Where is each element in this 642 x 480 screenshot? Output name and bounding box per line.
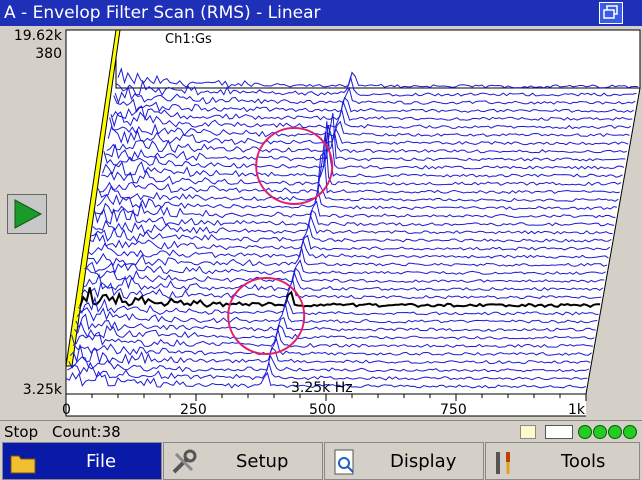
status-led-icon bbox=[623, 425, 637, 439]
waterfall-chart bbox=[65, 29, 642, 420]
y-axis-secondary-label: 380 bbox=[35, 46, 62, 62]
menu-bar: File Setup Display Tools bbox=[0, 442, 642, 480]
display-label: Display bbox=[390, 451, 457, 472]
restore-window-button[interactable] bbox=[599, 2, 623, 24]
status-led-icon bbox=[593, 425, 607, 439]
folder-icon bbox=[10, 455, 36, 474]
waterfall-plot[interactable]: 19.62k 380 3.25k Ch1:Gs 3.25k Hz 0 250 5… bbox=[0, 26, 642, 420]
play-icon bbox=[14, 199, 43, 229]
status-led-icon bbox=[608, 425, 622, 439]
tools-button[interactable]: Tools bbox=[485, 442, 640, 480]
x-tick-label: 750 bbox=[440, 402, 467, 418]
frequency-readout: 3.25k Hz bbox=[291, 380, 353, 396]
file-button[interactable]: File bbox=[2, 442, 162, 480]
display-button[interactable]: Display bbox=[324, 442, 484, 480]
play-button[interactable] bbox=[7, 194, 47, 234]
file-label: File bbox=[86, 451, 117, 472]
status-bar: Stop Count:38 bbox=[0, 420, 642, 443]
x-tick-label: 250 bbox=[180, 402, 207, 418]
title-bar: A - Envelop Filter Scan (RMS) - Linear bbox=[0, 0, 642, 26]
status-led-icon bbox=[578, 425, 592, 439]
wrench-screwdriver-icon bbox=[172, 449, 197, 474]
restore-icon bbox=[603, 5, 618, 19]
channel-label: Ch1:Gs bbox=[165, 32, 212, 47]
status-state: Stop bbox=[4, 423, 39, 441]
x-tick-label: 0 bbox=[62, 402, 71, 418]
record-icon bbox=[520, 425, 536, 439]
magnifier-document-icon bbox=[334, 449, 354, 475]
x-tick-label: 500 bbox=[309, 402, 336, 418]
tools-icon bbox=[496, 452, 510, 474]
setup-button[interactable]: Setup bbox=[163, 442, 323, 480]
tools-label: Tools bbox=[561, 451, 606, 472]
y-axis-bottom-label: 3.25k bbox=[22, 382, 62, 398]
status-indicator-box bbox=[545, 425, 573, 439]
window-title: A - Envelop Filter Scan (RMS) - Linear bbox=[4, 3, 321, 23]
setup-label: Setup bbox=[236, 451, 289, 472]
x-tick-label: 1k bbox=[568, 402, 586, 418]
status-count: Count:38 bbox=[52, 423, 121, 441]
y-axis-top-label: 19.62k bbox=[13, 28, 62, 44]
